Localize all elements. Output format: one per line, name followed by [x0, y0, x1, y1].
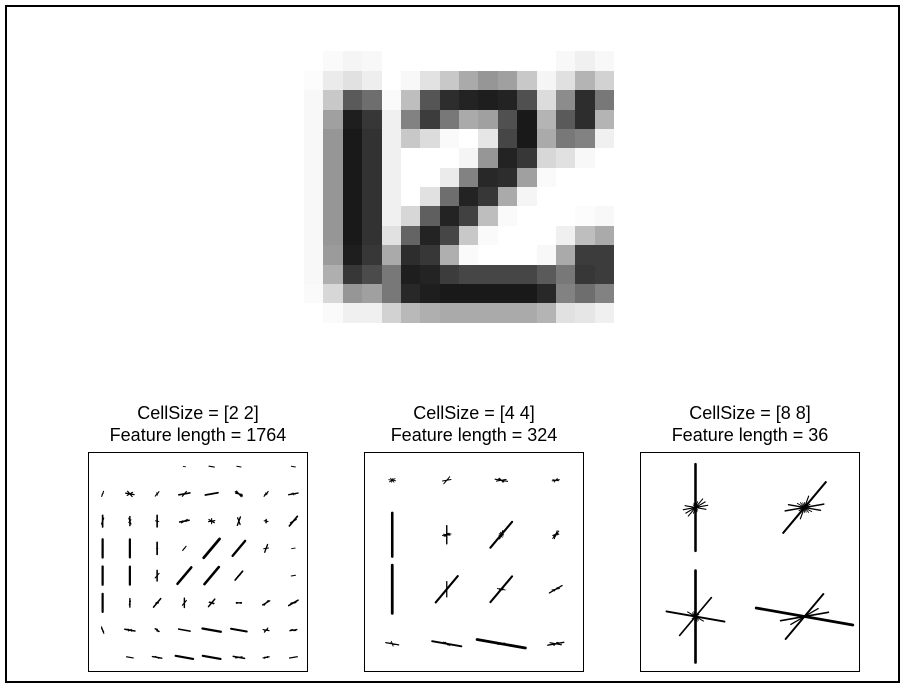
hog-subplot-cellsize-8: CellSize = [8 8] Feature length = 36 — [621, 402, 879, 672]
hog-subplot-cellsize-2: CellSize = [2 2] Feature length = 1764 — [69, 402, 327, 672]
digit-sample-image — [304, 32, 614, 342]
subplot-title-1: CellSize = [2 2] Feature length = 1764 — [69, 402, 327, 446]
hog-subplot-cellsize-4: CellSize = [4 4] Feature length = 324 — [345, 402, 603, 672]
subplot-title-2: CellSize = [4 4] Feature length = 324 — [345, 402, 603, 446]
subplot-title-3: CellSize = [8 8] Feature length = 36 — [621, 402, 879, 446]
